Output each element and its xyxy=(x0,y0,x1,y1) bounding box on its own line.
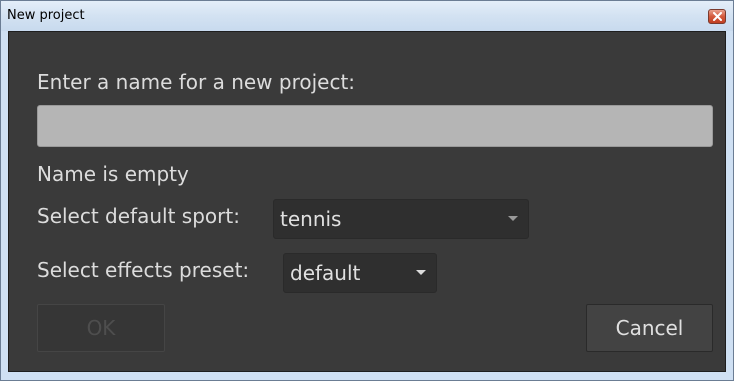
close-icon xyxy=(713,12,722,21)
chevron-down-icon xyxy=(508,216,518,221)
window-title: New project xyxy=(7,8,85,23)
title-bar[interactable]: New project xyxy=(1,1,733,31)
project-name-prompt: Enter a name for a new project: xyxy=(37,70,356,94)
cancel-button[interactable]: Cancel xyxy=(586,304,713,352)
validation-message: Name is empty xyxy=(37,162,189,186)
new-project-dialog: New project Enter a name for a new proje… xyxy=(0,0,734,381)
ok-button[interactable]: OK xyxy=(37,304,165,352)
preset-select-value: default xyxy=(290,261,361,285)
sport-select[interactable]: tennis xyxy=(273,199,529,239)
chevron-down-icon xyxy=(416,270,426,275)
effects-preset-select[interactable]: default xyxy=(283,253,437,293)
project-name-input[interactable] xyxy=(37,105,713,147)
dialog-body: Enter a name for a new project: Name is … xyxy=(8,31,726,372)
sport-select-value: tennis xyxy=(280,207,342,231)
sport-label: Select default sport: xyxy=(37,204,240,228)
close-button[interactable] xyxy=(708,9,726,24)
preset-label: Select effects preset: xyxy=(37,258,250,282)
